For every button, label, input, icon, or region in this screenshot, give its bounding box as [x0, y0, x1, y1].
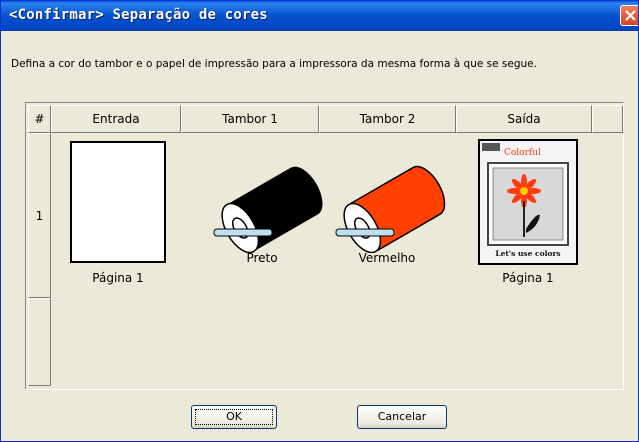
drum-1-color-label: Preto	[246, 251, 278, 265]
input-page-thumbnail	[70, 141, 166, 263]
preview-header-text: Colorful	[504, 148, 541, 158]
title-bar[interactable]: <Confirmar> Separação de cores	[1, 1, 638, 31]
dialog-window: <Confirmar> Separação de cores Defina a …	[0, 0, 639, 442]
row-header-empty	[28, 298, 51, 386]
drum-1-black-icon	[213, 166, 323, 253]
separation-table: # Entrada Tambor 1 Tambor 2 Saída 1 Pági…	[25, 102, 624, 390]
close-icon	[625, 10, 636, 21]
drum-2-color-label: Vermelho	[358, 251, 416, 265]
header-input[interactable]: Entrada	[51, 105, 181, 133]
cancel-button[interactable]: Cancelar	[357, 405, 447, 429]
preview-footer-text: Let's use colors	[495, 249, 560, 258]
drum-2-red-icon	[335, 165, 446, 253]
header-empty[interactable]	[592, 105, 623, 133]
focus-indicator	[195, 409, 273, 425]
header-drum-1[interactable]: Tambor 1	[181, 105, 319, 133]
row-number[interactable]: 1	[28, 133, 51, 298]
output-page-label: Página 1	[502, 271, 554, 285]
instruction-text: Defina a cor do tambor e o papel de impr…	[11, 58, 537, 70]
window-title: <Confirmar> Separação de cores	[9, 7, 268, 23]
cancel-button-label: Cancelar	[377, 410, 427, 423]
header-number[interactable]: #	[28, 105, 51, 133]
header-output[interactable]: Saída	[456, 105, 592, 133]
output-preview-image: Colorful Let's use colors	[480, 141, 576, 263]
close-button[interactable]	[620, 5, 638, 26]
ok-button[interactable]: OK	[191, 405, 277, 429]
output-page-thumbnail: Colorful Let's use colors	[478, 139, 578, 265]
header-drum-2[interactable]: Tambor 2	[319, 105, 456, 133]
input-page-label: Página 1	[92, 271, 144, 285]
